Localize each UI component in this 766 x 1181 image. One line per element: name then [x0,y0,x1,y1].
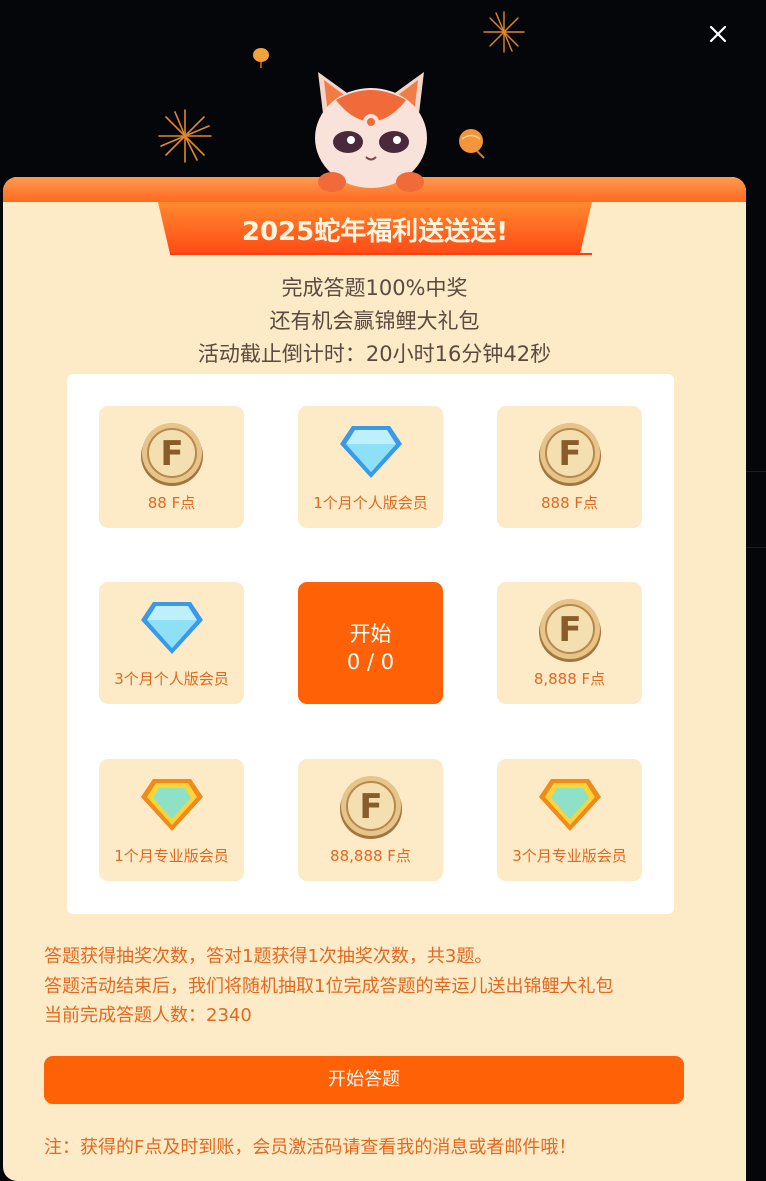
firework-icon [158,109,212,163]
prize-cell[interactable]: 1个月专业版会员 [99,759,244,881]
prize-cell[interactable]: F 8,888 F点 [497,582,642,704]
firework-icon [483,11,525,53]
prize-label: 88 F点 [147,494,196,512]
prize-label: 1个月个人版会员 [313,494,428,512]
footer-note: 注：获得的F点及时到账，会员激活码请查看我的消息或者邮件哦！ [44,1137,577,1158]
snake-mascot-icon [315,72,427,192]
start-draw-button[interactable]: 开始 0 / 0 [298,582,443,704]
countdown-text: 活动截止倒计时：20小时16分钟42秒 [197,342,552,366]
svg-text:F: F [558,610,581,650]
prize-label: 1个月专业版会员 [114,847,229,865]
prize-cell[interactable]: 3个月专业版会员 [497,759,642,881]
prize-label: 88,888 F点 [330,847,411,865]
intro-line-2: 还有机会赢锦鲤大礼包 [269,309,480,333]
background-divider [746,547,766,548]
svg-text:F: F [359,787,382,827]
participant-count: 当前完成答题人数：2340 [44,1005,252,1026]
banner-title: 2025蛇年福利送送送! [241,217,509,247]
prize-label: 8,888 F点 [533,670,606,688]
lottery-modal: 2025蛇年福利送送送! 完成答题100%中奖 还有机会赢锦鲤大礼包 活动截止倒… [3,177,746,1181]
svg-text:F: F [558,434,581,474]
prize-cell[interactable]: 3个月个人版会员 [99,582,244,704]
lantern-icon [253,48,269,68]
prize-cell[interactable]: F 888 F点 [497,406,642,528]
prize-cell[interactable]: F 88 F点 [99,406,244,528]
rule-line-1: 答题获得抽奖次数，答对1题获得1次抽奖次数，共3题。 [44,946,493,967]
close-icon[interactable] [703,19,733,49]
prize-label: 3个月专业版会员 [512,847,627,865]
blue-diamond-icon [340,426,402,478]
intro-line-1: 完成答题100%中奖 [281,276,468,300]
prize-cell[interactable]: 1个月个人版会员 [298,406,443,528]
rule-line-2: 答题活动结束后，我们将随机抽取1位完成答题的幸运儿送出锦鲤大礼包 [44,976,614,997]
background-divider [746,471,766,472]
gold-diamond-icon [141,779,203,831]
gold-diamond-icon [539,779,601,831]
prize-grid: F 88 F点 1个月个人版会员 F 888 F点 3个月个人版会员 开始 0 … [67,374,674,914]
start-quiz-button[interactable]: 开始答题 [44,1056,684,1104]
coin-icon: F [141,423,203,486]
lantern-icon [459,129,485,159]
svg-text:F: F [160,434,183,474]
prize-label: 3个月个人版会员 [114,670,229,688]
blue-diamond-icon [141,602,203,654]
coin-icon: F [539,599,601,662]
prize-cell[interactable]: F 88,888 F点 [298,759,443,881]
draw-count: 0 / 0 [346,650,395,674]
coin-icon: F [539,423,601,486]
start-label: 开始 [349,622,392,646]
prize-label: 888 F点 [540,494,599,512]
coin-icon: F [340,776,402,839]
